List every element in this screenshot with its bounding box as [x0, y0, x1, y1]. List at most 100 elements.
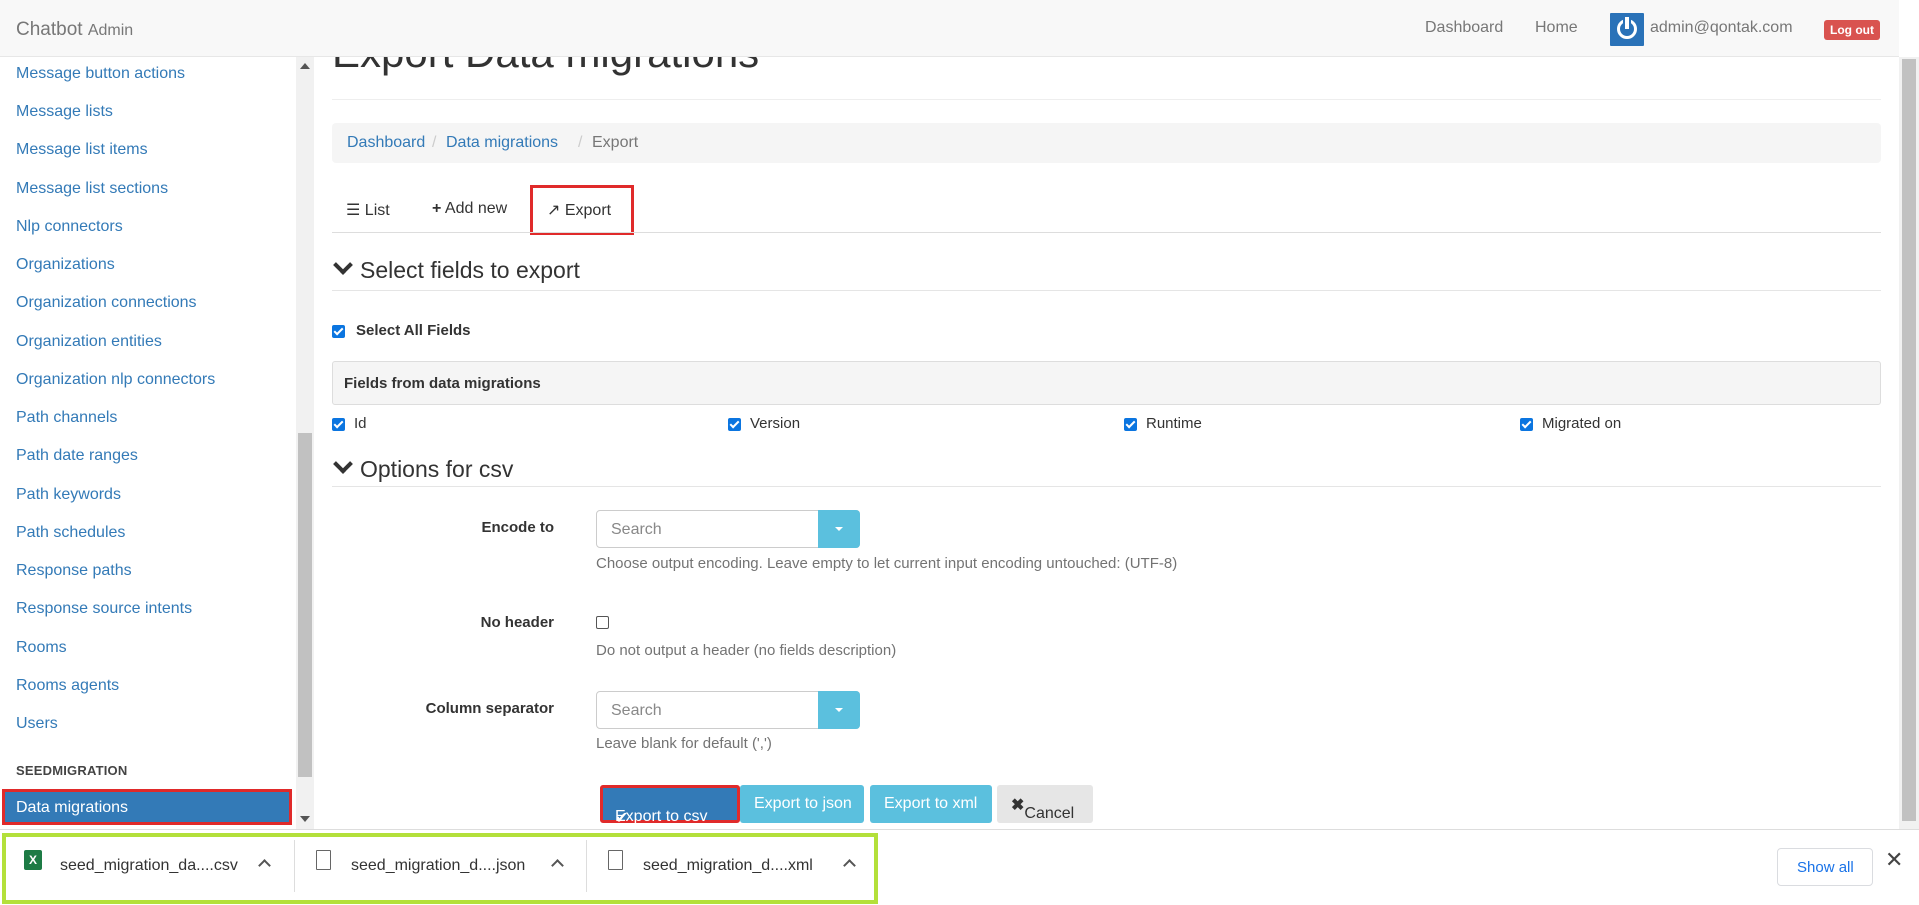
encode-placeholder: Search	[611, 521, 662, 538]
sidebar-item-organization-nlp-connectors[interactable]: Organization nlp connectors	[16, 371, 215, 389]
user-email[interactable]: admin@qontak.com	[1650, 19, 1793, 37]
show-all-button[interactable]: Show all	[1777, 848, 1873, 886]
sidebar-item-rooms[interactable]: Rooms	[16, 639, 67, 657]
field-id-checkbox[interactable]	[332, 418, 345, 431]
nav-home-link[interactable]: Home	[1535, 19, 1578, 37]
breadcrumb-separator: /	[578, 134, 583, 151]
scroll-down-icon[interactable]	[300, 816, 310, 822]
divider	[332, 486, 1881, 487]
select-all-checkbox[interactable]	[332, 325, 345, 338]
sidebar-item-response-source-intents[interactable]: Response source intents	[16, 600, 192, 618]
sidebar-scroll-thumb[interactable]	[298, 433, 312, 777]
sidebar-item-organizations[interactable]: Organizations	[16, 256, 115, 274]
download-filename: seed_migration_da....csv	[60, 857, 238, 874]
encode-select[interactable]: Search	[596, 510, 860, 548]
field-version-checkbox[interactable]	[728, 418, 741, 431]
nav-dashboard-link[interactable]: Dashboard	[1425, 19, 1503, 37]
tab-add-new[interactable]: + Add new	[432, 186, 522, 232]
separator-select[interactable]: Search	[596, 691, 860, 729]
sidebar-item-users[interactable]: Users	[16, 715, 58, 733]
scroll-up-icon[interactable]	[300, 63, 310, 69]
sidebar-item-rooms-agents[interactable]: Rooms agents	[16, 677, 119, 695]
tab-add-new-label: Add new	[444, 200, 508, 217]
field-runtime-checkbox[interactable]	[1124, 418, 1137, 431]
app-window: Chatbot Admin Dashboard Home admin@qonta…	[0, 0, 1919, 905]
chevron-down-icon	[333, 454, 353, 474]
fields-panel-title: Fields from data migrations	[344, 375, 541, 392]
separator-placeholder: Search	[611, 702, 662, 719]
separator-label: Column separator	[425, 700, 554, 717]
breadcrumb-dashboard[interactable]: Dashboard	[347, 134, 425, 152]
separator-help: Leave blank for default (',')	[596, 735, 772, 752]
fields-section-toggle[interactable]: Select fields to export	[332, 255, 580, 284]
close-icon: ✖	[1011, 797, 1025, 814]
tab-list[interactable]: ☰ List	[346, 186, 406, 232]
breadcrumb-data-migrations[interactable]: Data migrations	[446, 134, 558, 152]
sidebar-item-nlp-connectors[interactable]: Nlp connectors	[16, 218, 123, 236]
select-all-label: Select All Fields	[356, 322, 471, 339]
chevron-up-icon[interactable]	[843, 859, 856, 872]
field-version-label: Version	[750, 415, 801, 432]
sidebar-item-data-migrations[interactable]: Data migrations	[2, 789, 292, 825]
cancel-button[interactable]: ✖ Cancel	[997, 785, 1093, 823]
divider	[332, 290, 1881, 291]
chevron-down-icon	[333, 255, 353, 275]
sidebar-item-path-keywords[interactable]: Path keywords	[16, 486, 121, 504]
export-csv-label: Export to csv	[615, 808, 708, 825]
export-csv-button[interactable]: ✔ Export to csv	[600, 785, 740, 827]
download-filename: seed_migration_d....xml	[643, 857, 813, 874]
field-runtime-label: Runtime	[1146, 415, 1202, 432]
list-icon: ☰	[346, 202, 361, 219]
encode-label: Encode to	[481, 519, 554, 536]
sidebar-item-path-schedules[interactable]: Path schedules	[16, 524, 125, 542]
sidebar-item-organization-connections[interactable]: Organization connections	[16, 294, 197, 312]
sidebar-scrollbar[interactable]	[296, 57, 314, 829]
brand-title: Chatbot	[16, 19, 83, 40]
export-json-label: Export to json	[754, 795, 852, 812]
brand-subtitle: Admin	[87, 22, 134, 39]
logout-button[interactable]: Log out	[1824, 20, 1880, 40]
breadcrumb: Dashboard / Data migrations / Export	[332, 123, 1881, 163]
close-icon[interactable]: ✕	[1885, 847, 1903, 873]
sidebar-item-message-button-actions[interactable]: Message button actions	[16, 65, 185, 83]
fields-section-title: Select fields to export	[360, 257, 580, 283]
sidebar-item-label: Data migrations	[16, 799, 129, 816]
user-avatar-icon[interactable]	[1610, 13, 1644, 46]
tab-list-label: List	[364, 202, 390, 219]
download-item-csv[interactable]: X seed_migration_da....csv	[24, 848, 280, 884]
chevron-up-icon[interactable]	[551, 859, 564, 872]
page-title: Export Data migrations	[332, 57, 759, 77]
sidebar-item-path-channels[interactable]: Path channels	[16, 409, 117, 427]
download-item-json[interactable]: seed_migration_d....json	[316, 848, 572, 884]
field-migrated-on-label: Migrated on	[1542, 415, 1622, 432]
field-migrated-on-checkbox[interactable]	[1520, 418, 1533, 431]
excel-file-icon: X	[24, 850, 42, 870]
options-section-toggle[interactable]: Options for csv	[332, 454, 513, 483]
share-icon: ↗	[547, 202, 561, 219]
sidebar-item-message-list-items[interactable]: Message list items	[16, 141, 148, 159]
chevron-up-icon[interactable]	[258, 859, 271, 872]
export-json-button[interactable]: Export to json	[740, 785, 864, 823]
sidebar-item-message-lists[interactable]: Message lists	[16, 103, 113, 121]
sidebar-item-response-paths[interactable]: Response paths	[16, 562, 132, 580]
main-scroll-thumb[interactable]	[1902, 59, 1916, 821]
sidebar-item-message-list-sections[interactable]: Message list sections	[16, 180, 168, 198]
sidebar-item-organization-entities[interactable]: Organization entities	[16, 333, 162, 351]
brand-logo[interactable]: Chatbot Admin	[16, 19, 133, 41]
sidebar: Message button actions Message lists Mes…	[0, 57, 296, 829]
export-xml-button[interactable]: Export to xml	[870, 785, 992, 823]
sidebar-item-path-date-ranges[interactable]: Path date ranges	[16, 447, 138, 465]
download-filename: seed_migration_d....json	[351, 857, 526, 874]
breadcrumb-export: Export	[592, 134, 639, 151]
chevron-down-icon[interactable]	[818, 510, 860, 548]
divider	[332, 99, 1881, 100]
tab-export[interactable]: ↗ Export	[530, 185, 634, 235]
tabs-divider	[332, 232, 1881, 233]
no-header-help: Do not output a header (no fields descri…	[596, 642, 897, 659]
no-header-checkbox[interactable]	[596, 616, 609, 629]
download-item-xml[interactable]: seed_migration_d....xml	[608, 848, 864, 884]
breadcrumb-separator: /	[432, 134, 437, 151]
downloads-bar: X seed_migration_da....csv seed_migratio…	[0, 829, 1919, 905]
chevron-down-icon[interactable]	[818, 691, 860, 729]
main-scrollbar[interactable]	[1899, 57, 1919, 829]
